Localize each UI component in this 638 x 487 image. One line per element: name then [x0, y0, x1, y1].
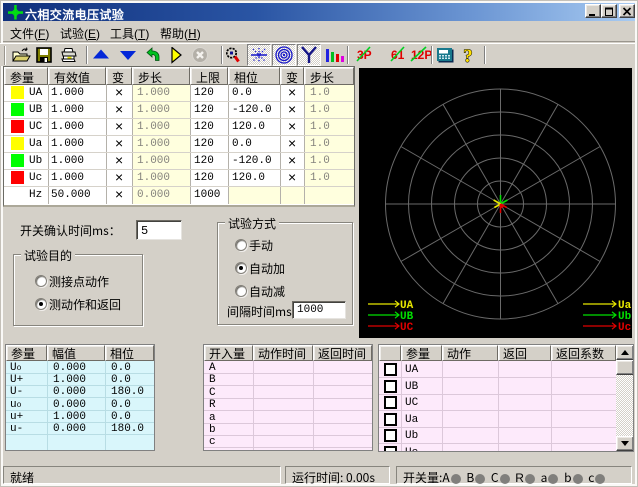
svg-text:Uc: Uc [618, 322, 631, 334]
svg-text:UC: UC [400, 322, 414, 334]
svg-text:?: ? [463, 46, 473, 66]
